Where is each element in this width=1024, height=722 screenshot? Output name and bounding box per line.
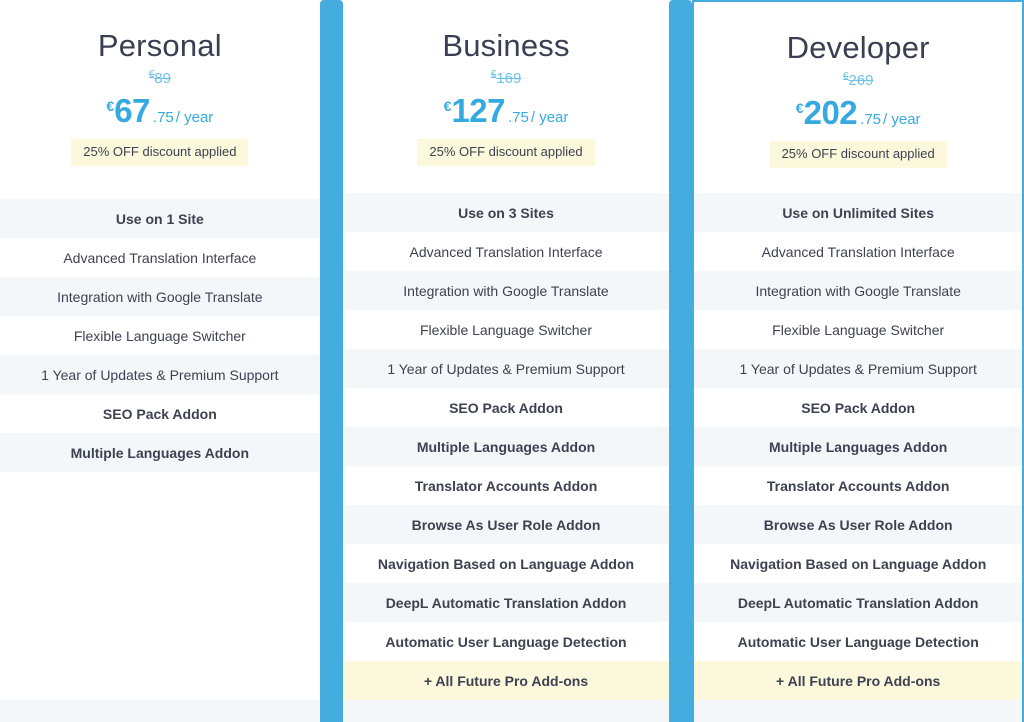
plan-current-price: €127.75/ year: [353, 94, 660, 127]
feature-row: Advanced Translation Interface: [0, 238, 320, 277]
plan-header-personal: Personal €89 €67.75/ year 25% OFF discou…: [0, 0, 320, 199]
feature-list-business: Use on 3 Sites Advanced Translation Inte…: [342, 193, 670, 722]
feature-row: Browse As User Role Addon: [342, 505, 670, 544]
price-amount: 127: [451, 91, 505, 129]
feature-row: DeepL Automatic Translation Addon: [694, 583, 1022, 622]
feature-row: Integration with Google Translate: [694, 271, 1022, 310]
price-currency-symbol: €: [106, 98, 115, 115]
feature-row-partial: [0, 700, 320, 722]
price-currency-symbol: €: [443, 98, 452, 115]
feature-row: 1 Year of Updates & Premium Support: [0, 355, 320, 394]
column-divider-bar: [669, 0, 693, 722]
feature-row: Translator Accounts Addon: [694, 466, 1022, 505]
plan-header-developer: Developer €269 €202.75/ year 25% OFF dis…: [694, 2, 1022, 193]
discount-badge: 25% OFF discount applied: [71, 138, 249, 166]
plan-column-developer[interactable]: Developer €269 €202.75/ year 25% OFF dis…: [692, 0, 1024, 722]
pricing-table: Personal €89 €67.75/ year 25% OFF discou…: [0, 0, 1024, 722]
feature-row: SEO Pack Addon: [694, 388, 1022, 427]
feature-list-personal: Use on 1 Site Advanced Translation Inter…: [0, 199, 320, 722]
price-amount: 67: [114, 91, 150, 129]
price-amount: 202: [803, 93, 858, 131]
plan-name: Business: [442, 28, 570, 63]
price-cents: .75: [508, 108, 529, 126]
feature-row: Flexible Language Switcher: [0, 316, 320, 355]
feature-row: Use on Unlimited Sites: [694, 193, 1022, 232]
feature-row: Advanced Translation Interface: [694, 232, 1022, 271]
discount-badge: 25% OFF discount applied: [769, 140, 947, 168]
feature-list-filler: [0, 472, 320, 700]
plan-column-business[interactable]: Business €169 €127.75/ year 25% OFF disc…: [342, 0, 670, 722]
feature-row: Multiple Languages Addon: [0, 433, 320, 472]
feature-row: Translator Accounts Addon: [342, 466, 670, 505]
price-cents: .75: [152, 108, 174, 126]
price-period: / year: [530, 108, 569, 126]
feature-row: SEO Pack Addon: [342, 388, 670, 427]
feature-row: Use on 3 Sites: [342, 193, 670, 232]
feature-row: Flexible Language Switcher: [694, 310, 1022, 349]
feature-row: Browse As User Role Addon: [694, 505, 1022, 544]
feature-row: SEO Pack Addon: [0, 394, 320, 433]
feature-row: Multiple Languages Addon: [694, 427, 1022, 466]
feature-row: Automatic User Language Detection: [694, 622, 1022, 661]
plan-old-price: €269: [704, 71, 1012, 89]
plan-name: Personal: [97, 28, 222, 63]
feature-row-future-addons: + All Future Pro Add-ons: [694, 661, 1022, 700]
price-period: / year: [175, 108, 214, 126]
feature-row: Multiple Languages Addon: [342, 427, 670, 466]
feature-row-partial: [342, 700, 670, 722]
plan-old-price: €169: [353, 69, 660, 87]
price-period: / year: [883, 110, 921, 128]
feature-row: Use on 1 Site: [0, 199, 320, 238]
old-price-value: 269: [848, 71, 874, 89]
price-currency-symbol: €: [795, 100, 804, 117]
feature-row: DeepL Automatic Translation Addon: [342, 583, 670, 622]
feature-row: Integration with Google Translate: [342, 271, 670, 310]
column-divider-bar: [319, 0, 343, 722]
feature-list-developer: Use on Unlimited Sites Advanced Translat…: [694, 193, 1022, 722]
plan-column-personal[interactable]: Personal €89 €67.75/ year 25% OFF discou…: [0, 0, 320, 722]
feature-row: Automatic User Language Detection: [342, 622, 670, 661]
feature-row: 1 Year of Updates & Premium Support: [694, 349, 1022, 388]
feature-row: Integration with Google Translate: [0, 277, 320, 316]
old-price-value: 169: [496, 69, 522, 87]
old-price-value: 89: [154, 69, 171, 87]
feature-row: Flexible Language Switcher: [342, 310, 670, 349]
feature-row: Navigation Based on Language Addon: [694, 544, 1022, 583]
plan-old-price: €89: [10, 69, 310, 87]
feature-row: Navigation Based on Language Addon: [342, 544, 670, 583]
feature-row: 1 Year of Updates & Premium Support: [342, 349, 670, 388]
pricing-table-screen: Personal €89 €67.75/ year 25% OFF discou…: [0, 0, 1024, 722]
feature-row: Advanced Translation Interface: [342, 232, 670, 271]
plan-header-business: Business €169 €127.75/ year 25% OFF disc…: [342, 0, 670, 193]
plan-current-price: €202.75/ year: [704, 96, 1012, 129]
discount-badge: 25% OFF discount applied: [417, 138, 595, 166]
feature-row-future-addons: + All Future Pro Add-ons: [342, 661, 670, 700]
plan-current-price: €67.75/ year: [10, 94, 310, 127]
feature-row-partial: [694, 700, 1022, 722]
price-cents: .75: [860, 110, 882, 128]
plan-name: Developer: [786, 30, 930, 65]
